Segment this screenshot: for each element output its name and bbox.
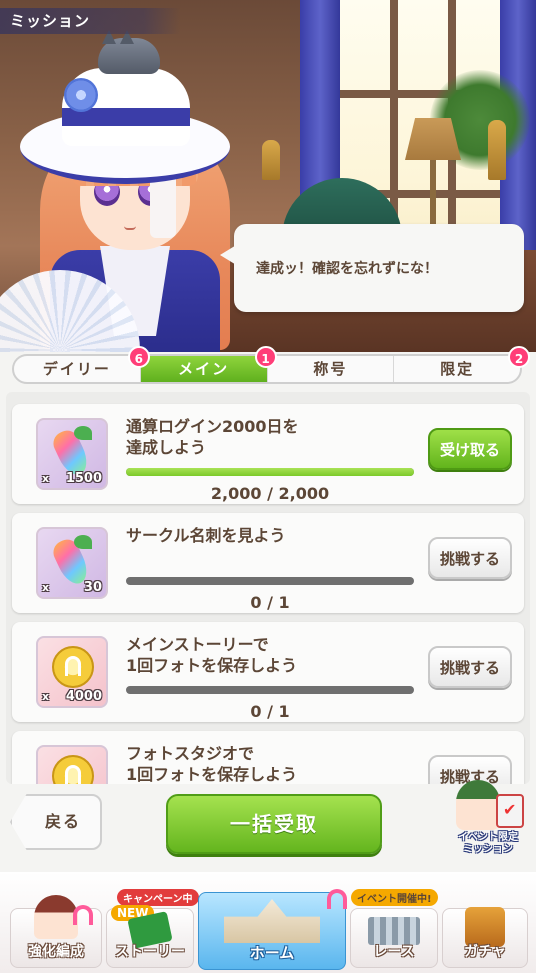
reward-icon-box: x 4000 bbox=[36, 636, 108, 708]
mission-tabs: デイリー 6 メイン 1 称号 限定 2 bbox=[12, 346, 530, 384]
cat-on-hat bbox=[98, 38, 160, 74]
mission-title: フォトスタジオで 1回フォトを保存しよう bbox=[126, 744, 298, 784]
clipboard-check-icon bbox=[496, 794, 524, 828]
nav-enhance[interactable]: 強化編成 bbox=[10, 895, 102, 968]
mission-list[interactable]: x 1500 通算ログイン2000日を 達成しよう 2,000 / 2,000 受… bbox=[6, 392, 530, 784]
tab-badge: 1 bbox=[254, 346, 277, 368]
progress-text: 2,000 / 2,000 bbox=[210, 484, 330, 503]
claim-button[interactable]: 受け取る bbox=[428, 428, 512, 470]
nav-story[interactable]: キャンペーン中 NEW ストーリー bbox=[106, 889, 199, 968]
reward-quantity: x 1500 bbox=[42, 471, 102, 486]
speech-bubble: 達成ッ！確認を忘れずにな！ bbox=[234, 224, 524, 312]
speech-text: 達成ッ！確認を忘れずにな！ bbox=[256, 261, 438, 277]
mission-title: メインストーリーで 1回フォトを保存しよう bbox=[126, 635, 298, 675]
bulk-claim-button[interactable]: 一括受取 bbox=[166, 794, 382, 854]
mission-card: x 4000 メインストーリーで 1回フォトを保存しよう 0 / 1 挑戦する bbox=[12, 622, 524, 722]
reward-icon-box: x 30 bbox=[36, 527, 108, 599]
trophy bbox=[488, 120, 506, 180]
school-building-icon bbox=[224, 899, 320, 943]
mission-card: フォトスタジオで 1回フォトを保存しよう 挑戦する bbox=[12, 731, 524, 784]
challenge-button[interactable]: 挑戦する bbox=[428, 537, 512, 579]
mission-title: サークル名刺を見よう bbox=[126, 526, 286, 545]
challenge-button[interactable]: 挑戦する bbox=[428, 646, 512, 688]
progress-text: 0 / 1 bbox=[250, 593, 290, 612]
progress-bar bbox=[126, 468, 414, 476]
reward-quantity: x 4000 bbox=[42, 689, 102, 704]
progress-fill bbox=[126, 468, 414, 476]
nav-gacha[interactable]: ガチャ bbox=[442, 907, 528, 968]
progress-bar bbox=[126, 577, 414, 585]
event-mission-button[interactable]: イベント限定 ミッション bbox=[448, 780, 528, 860]
horseshoe-icon bbox=[73, 905, 93, 925]
screen-title: ミッション bbox=[0, 8, 180, 34]
character-scene: 達成ッ！確認を忘れずにな！ bbox=[0, 0, 536, 352]
tab-limited[interactable]: 限定 2 bbox=[394, 346, 530, 382]
horseshoe-icon bbox=[327, 889, 347, 909]
mission-card: x 30 サークル名刺を見よう 0 / 1 挑戦する bbox=[12, 513, 524, 613]
progress-bar bbox=[126, 686, 414, 694]
tab-title[interactable]: 称号 bbox=[268, 356, 395, 382]
event-character-icon bbox=[456, 780, 500, 830]
reward-icon-box bbox=[36, 745, 108, 784]
reward-quantity: x 30 bbox=[42, 580, 102, 595]
tab-badge: 2 bbox=[508, 346, 530, 368]
mission-title: 通算ログイン2000日を 達成しよう bbox=[126, 417, 299, 457]
nav-home[interactable]: ホーム bbox=[198, 889, 347, 970]
back-button[interactable]: 戻る bbox=[10, 794, 102, 850]
hat-flower-icon bbox=[64, 78, 98, 112]
nav-race[interactable]: イベント開催中! レース bbox=[350, 889, 438, 968]
bottom-nav: 強化編成 キャンペーン中 NEW ストーリー ホーム イベント開催中! レース … bbox=[0, 872, 536, 973]
mission-card: x 1500 通算ログイン2000日を 達成しよう 2,000 / 2,000 受… bbox=[12, 404, 524, 504]
campaign-ribbon: キャンペーン中 bbox=[117, 889, 199, 906]
character-portrait-icon bbox=[34, 895, 78, 939]
event-ribbon: イベント開催中! bbox=[351, 889, 438, 906]
tab-badge: 6 bbox=[127, 346, 150, 368]
reward-icon-box: x 1500 bbox=[36, 418, 108, 490]
tab-main[interactable]: メイン 1 bbox=[140, 346, 277, 382]
tab-daily[interactable]: デイリー 6 bbox=[14, 346, 150, 382]
progress-text: 0 / 1 bbox=[250, 702, 290, 721]
trophy bbox=[262, 140, 280, 180]
